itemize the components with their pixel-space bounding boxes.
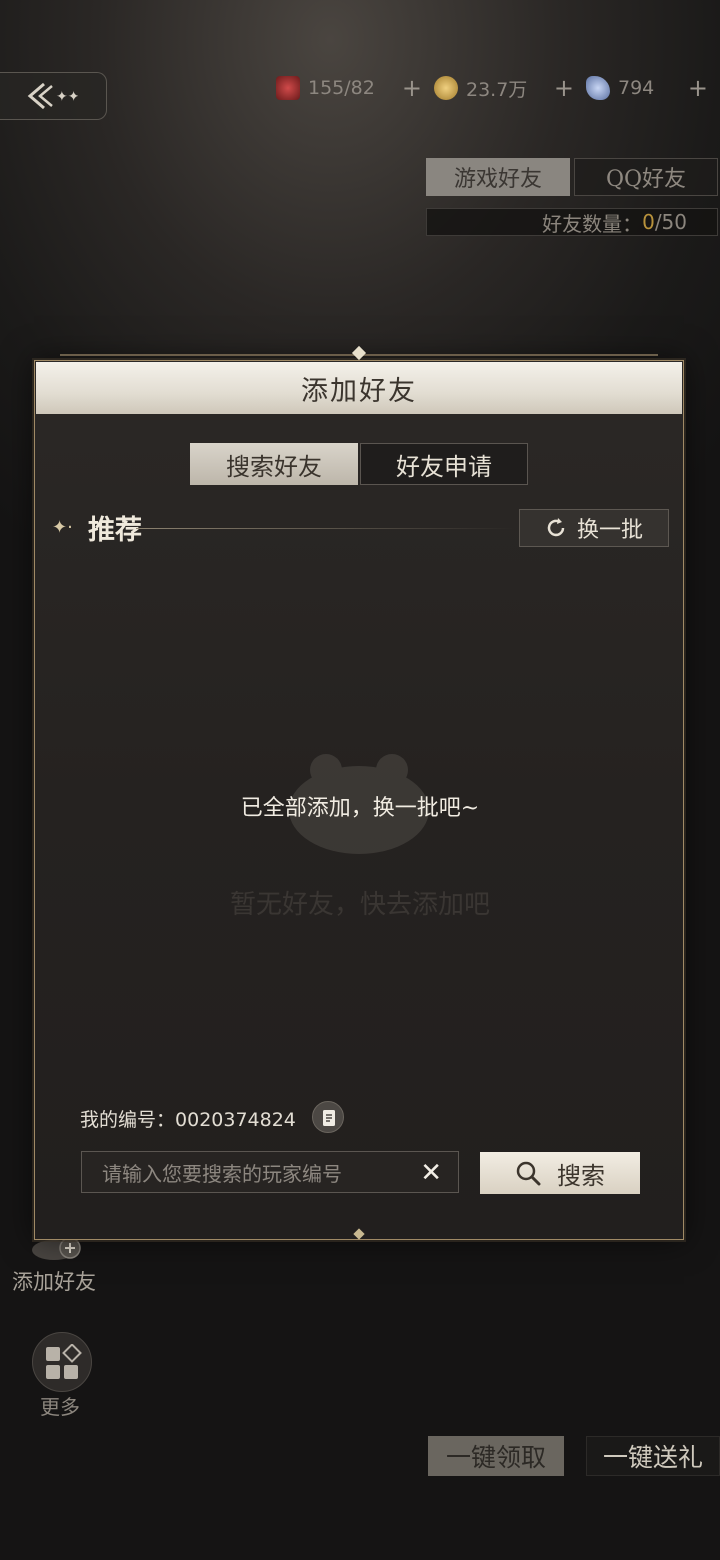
clear-input-icon[interactable]: ✕ (420, 1158, 442, 1188)
friend-count: 好友数量： 0 /50 (426, 208, 718, 236)
grid-icon (46, 1344, 82, 1379)
wine-glass-icon (276, 76, 300, 100)
gift-all-button[interactable]: 一键送礼 (586, 1436, 720, 1476)
tab-qq-friends[interactable]: QQ好友 (574, 158, 718, 196)
back-button[interactable]: ✦✦ (0, 72, 107, 120)
friend-count-label: 好友数量： (542, 211, 643, 236)
search-icon (516, 1161, 541, 1186)
gold-coin-icon (434, 76, 458, 100)
gem-resource: 794 + (586, 72, 708, 104)
player-id-search-input[interactable]: 请输入您要搜索的玩家编号 ✕ (81, 1151, 459, 1193)
more-label: 更多 (40, 1395, 80, 1419)
gold-value: 23.7万 (466, 78, 528, 101)
search-button[interactable]: 搜索 (480, 1152, 640, 1194)
stamina-resource: 155/82 + (276, 72, 422, 104)
recommend-title: 推荐 (88, 515, 142, 546)
refresh-button[interactable]: 换一批 (519, 509, 669, 547)
tab-game-friends[interactable]: 游戏好友 (426, 158, 570, 196)
tab-search-friends[interactable]: 搜索好友 (190, 443, 358, 485)
gold-resource: 23.7万 + (434, 72, 574, 104)
search-button-label: 搜索 (557, 1161, 605, 1190)
search-placeholder: 请输入您要搜索的玩家编号 (102, 1161, 342, 1186)
sparkle-icon: ✦· (52, 517, 73, 538)
stamina-value: 155/82 (308, 77, 375, 99)
friend-count-max: /50 (654, 210, 687, 234)
crystal-icon (586, 76, 610, 100)
ghost-empty-text: 暂无好友，快去添加吧 (229, 890, 490, 920)
more-button[interactable] (32, 1332, 92, 1392)
add-gem-button[interactable]: + (688, 74, 708, 102)
copy-icon (323, 1110, 335, 1126)
section-divider (136, 528, 516, 529)
tab-friend-requests[interactable]: 好友申请 (360, 443, 528, 485)
my-id-value: 0020374824 (175, 1109, 296, 1131)
add-stamina-button[interactable]: + (402, 74, 422, 102)
my-id-label: 我的编号： (80, 1109, 176, 1131)
back-arrow-icon: ✦✦ (27, 82, 78, 110)
svg-text:✦✦: ✦✦ (56, 89, 78, 105)
title-gem-ornament (351, 345, 367, 361)
dialog-title: 添加好友 (36, 362, 682, 414)
refresh-label: 换一批 (576, 518, 643, 543)
my-id: 我的编号：0020374824 (80, 1105, 296, 1132)
friend-count-current: 0 (642, 210, 655, 234)
claim-all-button[interactable]: 一键领取 (428, 1436, 564, 1476)
copy-id-button[interactable] (312, 1101, 344, 1133)
gem-value: 794 (618, 77, 655, 99)
add-friend-side-label: 添加好友 (12, 1270, 96, 1294)
refresh-icon (547, 518, 565, 537)
empty-message: 已全部添加，换一批吧~ (240, 796, 480, 821)
add-gold-button[interactable]: + (554, 74, 574, 102)
